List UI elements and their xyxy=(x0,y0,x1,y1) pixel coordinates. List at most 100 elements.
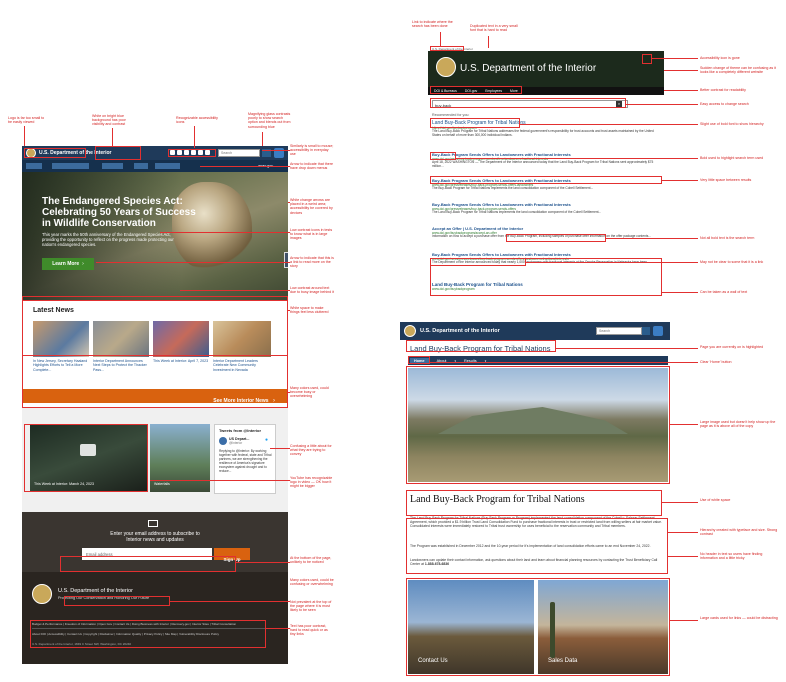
annotation-line xyxy=(430,362,698,363)
nav-item-priorities[interactable]: Priorities ▾ xyxy=(102,163,124,177)
learn-more-label: Learn More xyxy=(52,261,80,267)
annotation-box xyxy=(30,620,266,648)
recommended-label: Recommended for you: xyxy=(432,113,470,117)
annotation-note: Clear 'Home' button xyxy=(700,360,732,364)
annotation-line xyxy=(606,238,698,239)
footer-title: U.S. Department of the Interior xyxy=(58,588,133,594)
annotation-note: May not be clear to some that it is a li… xyxy=(700,260,764,264)
site-title[interactable]: U.S. Department of the Interior xyxy=(420,328,500,334)
accessibility-button[interactable] xyxy=(653,326,663,336)
annotation-box xyxy=(22,300,288,408)
annotation-line xyxy=(24,126,25,146)
annotation-line xyxy=(526,262,698,263)
result-desc: The Land Buy-Back Program for Tribal Nat… xyxy=(432,129,654,137)
annotation-note: Arrow to indicate that there have drop d… xyxy=(290,162,333,171)
nav-item-about[interactable]: About ▾ xyxy=(26,163,43,177)
annotation-box xyxy=(642,54,652,64)
annotation-note: Logo is far too small to be easily viewe… xyxy=(8,116,45,125)
annotation-note: At the bottom of the page, unlikely to b… xyxy=(290,556,332,565)
annotation-note: Arrow to indicate that this is a link to… xyxy=(290,256,334,269)
result-desc: The Land Buy-Back Program for Tribal Nat… xyxy=(432,210,602,214)
annotation-line xyxy=(288,202,290,203)
annotation-box xyxy=(24,424,148,492)
site-footer: U.S. Department of the Interior Protecti… xyxy=(22,572,288,664)
annotation-box xyxy=(406,340,556,352)
annotation-note: No header in text so users have finding … xyxy=(700,552,763,561)
annotation-line xyxy=(556,348,698,349)
learn-more-button[interactable]: Learn More › xyxy=(42,258,94,270)
annotation-note: Low contrast around text due to busy ima… xyxy=(290,286,334,295)
annotation-line xyxy=(626,104,698,105)
annotation-box xyxy=(406,366,670,484)
doi-logo[interactable] xyxy=(436,57,456,77)
annotation-line xyxy=(520,124,698,125)
annotation-note: Text has poor contrast, hard to read qui… xyxy=(290,624,328,637)
envelope-icon xyxy=(148,520,158,527)
annotation-line xyxy=(112,128,113,146)
hero-next-arrow[interactable]: › xyxy=(284,252,288,268)
annotation-line xyxy=(160,232,290,233)
annotation-box xyxy=(95,146,141,160)
annotation-note: Large cards used for links — could be di… xyxy=(700,616,778,620)
annotation-box xyxy=(406,518,668,574)
annotation-line xyxy=(194,126,195,148)
annotation-note: Bold used to highlight search term used xyxy=(700,156,764,160)
hero-body: This year marks the 50th anniversary of … xyxy=(42,232,174,247)
hero-banner: The Endangered Species Act: Celebrating … xyxy=(22,172,288,300)
hero-title-line: in Wildlife Conservation xyxy=(42,218,156,229)
annotation-note: Hierarchy created with typeface and size… xyxy=(700,528,778,537)
annotation-box xyxy=(430,46,464,51)
photo-caption: Waterfalls xyxy=(154,482,170,486)
annotation-line xyxy=(670,424,698,425)
search-input-placeholder: Search xyxy=(221,150,233,155)
annotation-note: Low contrast icons in tests to know what… xyxy=(290,228,333,241)
annotation-line xyxy=(662,502,698,503)
search-button[interactable] xyxy=(642,327,650,335)
annotation-line xyxy=(652,58,698,59)
annotation-box xyxy=(406,578,670,676)
annotation-line xyxy=(670,620,698,621)
annotation-line xyxy=(662,180,698,181)
nav-item-jobs[interactable]: Jobs ▾ xyxy=(134,163,149,177)
annotation-line xyxy=(664,70,698,71)
hero-title-line: The Endangered Species Act: xyxy=(42,196,183,207)
annotation-line xyxy=(96,262,290,263)
annotation-box xyxy=(24,148,86,158)
tweet-text: Replying to @Interior: By working togeth… xyxy=(219,449,272,473)
result-item[interactable]: Buy-Back Program Sends Offers to Landown… xyxy=(432,152,662,169)
annotation-note: White on bright blue background has poor… xyxy=(92,114,126,127)
program-nav: Home About ▾ Results ▾ xyxy=(408,356,668,365)
annotation-note: White space to make things feel less clu… xyxy=(290,306,329,315)
annotation-note: Duplicated text in a very small font tha… xyxy=(470,24,518,33)
site-title[interactable]: U.S. Department of the Interior xyxy=(460,63,596,74)
photo-card[interactable]: Waterfalls xyxy=(150,424,210,492)
annotation-note: Many colors used, could be confusing or … xyxy=(290,578,334,587)
twitter-icon: ● xyxy=(265,437,269,443)
annotation-box xyxy=(64,596,170,606)
subscribe-title-line: Interior news and updates xyxy=(126,537,184,543)
annotation-note: Better contrast for readability xyxy=(700,88,746,92)
annotation-line xyxy=(262,132,263,146)
annotation-line xyxy=(262,150,290,151)
doi-logo[interactable] xyxy=(404,325,416,337)
twitter-feed[interactable]: Tweets from @Interior US Depart... @Inte… xyxy=(214,424,276,494)
annotation-note: Page you are currently on is highlighted xyxy=(700,345,764,349)
annotation-note: Similarly is small to mouse; accessibili… xyxy=(290,144,334,157)
annotation-box xyxy=(430,176,662,184)
annotation-line xyxy=(236,562,290,563)
annotation-line xyxy=(456,158,698,159)
result-item[interactable]: Buy-Back Program Sends Offers to Landown… xyxy=(432,202,662,215)
annotation-box xyxy=(430,152,456,160)
nav-item-bureaus[interactable]: Bureaus & Offices ▾ xyxy=(52,163,89,177)
annotation-note: Can be taken as a wall of text xyxy=(700,290,748,294)
search-input-placeholder: Search xyxy=(599,328,611,333)
annotation-line xyxy=(488,36,489,48)
annotation-note: Easy access to change search xyxy=(700,102,749,106)
annotation-note: White change arrows are placed in a weir… xyxy=(290,198,333,215)
annotation-line xyxy=(288,392,290,393)
annotation-box xyxy=(430,98,626,108)
result-desc: April 18, 2022 WASHINGTON — The Departme… xyxy=(432,160,654,168)
annotation-box xyxy=(60,556,236,572)
nav-item-newsroom[interactable]: Newsroom ▾ xyxy=(155,163,180,177)
annotation-note: Very little space between results xyxy=(700,178,752,182)
